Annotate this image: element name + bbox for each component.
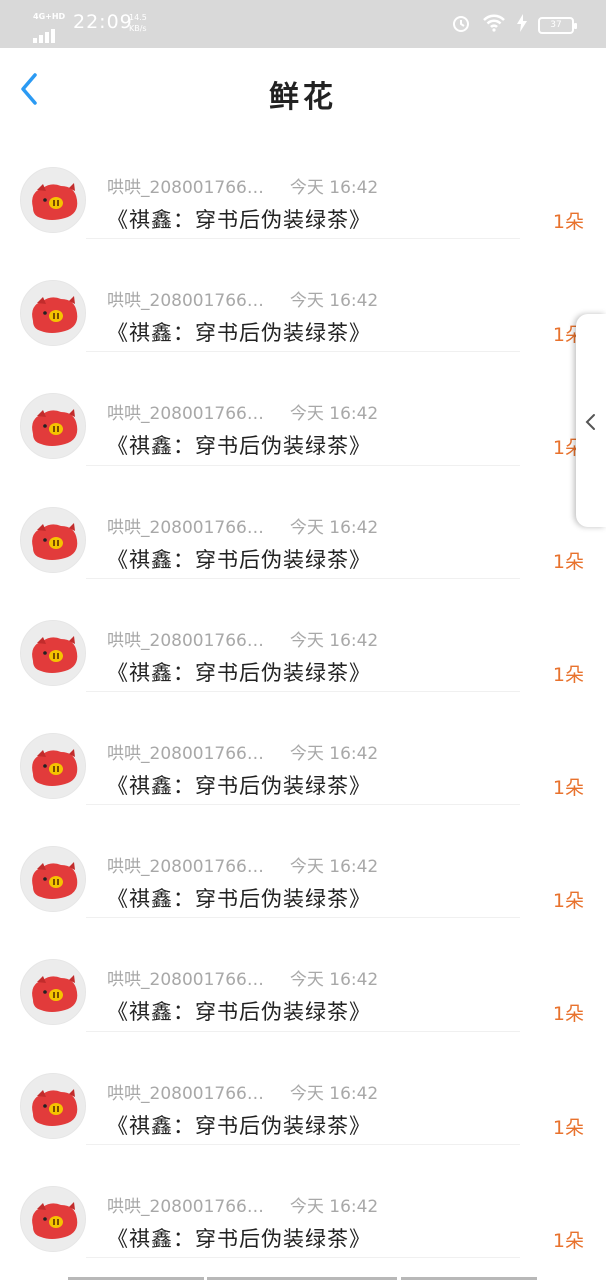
flower-count: 1朵 [552,211,584,233]
book-title[interactable]: 《祺鑫：穿书后伪装绿茶》 [107,883,371,913]
sender-name: 哄哄_208001766… [107,743,264,764]
sender-name: 哄哄_208001766… [107,291,264,312]
item-meta: 哄哄_208001766… 今天 16:42 [107,513,378,538]
wifi-icon [482,14,506,36]
book-title[interactable]: 《祺鑫：穿书后伪装绿茶》 [107,1223,371,1253]
avatar-pig-icon [21,281,85,346]
send-time: 今天 16:42 [289,291,379,312]
avatar-pig-icon [21,1073,85,1138]
item-meta: 哄哄_208001766… 今天 16:42 [107,852,378,877]
bottom-indicator [0,1276,606,1280]
avatar[interactable] [20,846,86,913]
avatar-pig-icon [21,620,85,685]
avatar-pig-icon [21,847,85,912]
charging-icon [516,14,527,36]
send-time: 今天 16:42 [289,517,379,538]
book-title[interactable]: 《祺鑫：穿书后伪装绿茶》 [107,317,371,347]
flower-count: 1朵 [552,663,584,686]
page-title: 鲜花 [269,80,337,115]
network-speed-value: 14.5 [129,13,147,22]
sender-name: 哄哄_208001766… [107,857,264,878]
book-title[interactable]: 《祺鑫：穿书后伪装绿茶》 [107,657,371,687]
avatar-pig-icon [21,1186,85,1251]
flower-count: 1朵 [552,550,584,573]
book-title[interactable]: 《祺鑫：穿书后伪装绿茶》 [107,996,371,1026]
avatar[interactable] [20,1072,86,1139]
avatar-pig-icon [21,507,85,572]
list-item[interactable]: 哄哄_208001766… 今天 16:42 《祺鑫：穿书后伪装绿茶》 1朵 [0,239,606,353]
flower-list: 哄哄_208001766… 今天 16:42 《祺鑫：穿书后伪装绿茶》 1朵 哄哄_20… [0,126,606,1276]
send-time: 今天 16:42 [289,857,379,878]
status-time: 22:09 [73,11,133,33]
divider [86,1256,520,1258]
list-item[interactable]: 哄哄_208001766… 今天 16:42 《祺鑫：穿书后伪装绿茶》 1朵 [0,1032,606,1145]
book-title[interactable]: 《祺鑫：穿书后伪装绿茶》 [107,204,371,234]
app-header: 鲜花 [0,48,606,127]
side-drawer-tab[interactable] [576,314,606,527]
list-item[interactable]: 哄哄_208001766… 今天 16:42 《祺鑫：穿书后伪装绿茶》 1朵 [0,466,606,579]
flower-count: 1朵 [552,890,584,913]
sender-name: 哄哄_208001766… [107,517,264,538]
avatar-pig-icon [21,960,85,1025]
item-meta: 哄哄_208001766… 今天 16:42 [107,1079,378,1104]
flower-count: 1朵 [552,1003,584,1026]
item-meta: 哄哄_208001766… 今天 16:42 [107,1192,378,1217]
flower-count: 1朵 [552,1229,584,1252]
avatar[interactable] [20,506,86,573]
signal-icon: 4G+HD [33,12,66,43]
battery-icon: 37 [538,16,577,34]
status-bar: 4G+HD 22:09 14.5 KB/s 37 [0,0,606,48]
sender-name: 哄哄_208001766… [107,178,264,198]
network-type: 4G+HD [33,12,66,21]
list-item[interactable]: 哄哄_208001766… 今天 16:42 《祺鑫：穿书后伪装绿茶》 1朵 [0,692,606,806]
item-meta: 哄哄_208001766… 今天 16:42 [107,739,378,764]
avatar[interactable] [20,959,86,1026]
status-icons: 37 [445,13,577,37]
item-meta: 哄哄_208001766… 今天 16:42 [107,399,378,424]
list-item[interactable]: 哄哄_208001766… 今天 16:42 《祺鑫：穿书后伪装绿茶》 1朵 [0,1145,606,1258]
avatar[interactable] [20,732,86,799]
chevron-left-icon [585,414,595,430]
send-time: 今天 16:42 [289,178,379,198]
send-time: 今天 16:42 [289,404,379,425]
sender-name: 哄哄_208001766… [107,1083,264,1104]
sender-name: 哄哄_208001766… [107,630,264,651]
item-meta: 哄哄_208001766… 今天 16:42 [107,173,378,198]
list-item[interactable]: 哄哄_208001766… 今天 16:42 《祺鑫：穿书后伪装绿茶》 1朵 [0,579,606,692]
list-item[interactable]: 哄哄_208001766… 今天 16:42 《祺鑫：穿书后伪装绿茶》 1朵 [0,352,606,466]
avatar[interactable] [20,393,86,460]
list-item[interactable]: 哄哄_208001766… 今天 16:42 《祺鑫：穿书后伪装绿茶》 1朵 [0,918,606,1032]
item-meta: 哄哄_208001766… 今天 16:42 [107,626,378,651]
avatar-pig-icon [21,168,85,232]
sender-name: 哄哄_208001766… [107,1196,264,1217]
send-time: 今天 16:42 [289,970,379,991]
book-title[interactable]: 《祺鑫：穿书后伪装绿茶》 [107,770,371,800]
list-item[interactable]: 哄哄_208001766… 今天 16:42 《祺鑫：穿书后伪装绿茶》 1朵 [0,805,606,919]
send-time: 今天 16:42 [289,743,379,764]
avatar[interactable] [20,619,86,686]
avatar[interactable] [20,280,86,347]
send-time: 今天 16:42 [289,1083,379,1104]
send-time: 今天 16:42 [289,630,379,651]
avatar-pig-icon [21,394,85,459]
item-meta: 哄哄_208001766… 今天 16:42 [107,286,378,311]
flower-count: 1朵 [552,776,584,799]
sender-name: 哄哄_208001766… [107,970,264,991]
list-item[interactable]: 哄哄_208001766… 今天 16:42 《祺鑫：穿书后伪装绿茶》 1朵 [0,126,606,240]
book-title[interactable]: 《祺鑫：穿书后伪装绿茶》 [107,544,371,574]
avatar[interactable] [20,167,86,233]
network-speed-unit: KB/s [129,24,147,33]
book-title[interactable]: 《祺鑫：穿书后伪装绿茶》 [107,430,371,460]
book-title[interactable]: 《祺鑫：穿书后伪装绿茶》 [107,1110,371,1140]
send-time: 今天 16:42 [289,1196,379,1217]
flower-count: 1朵 [552,1116,584,1139]
sender-name: 哄哄_208001766… [107,404,264,425]
avatar-pig-icon [21,733,85,798]
item-meta: 哄哄_208001766… 今天 16:42 [107,965,378,990]
avatar[interactable] [20,1185,86,1252]
alarm-icon [451,13,471,37]
network-speed: 14.5 KB/s [129,12,147,34]
